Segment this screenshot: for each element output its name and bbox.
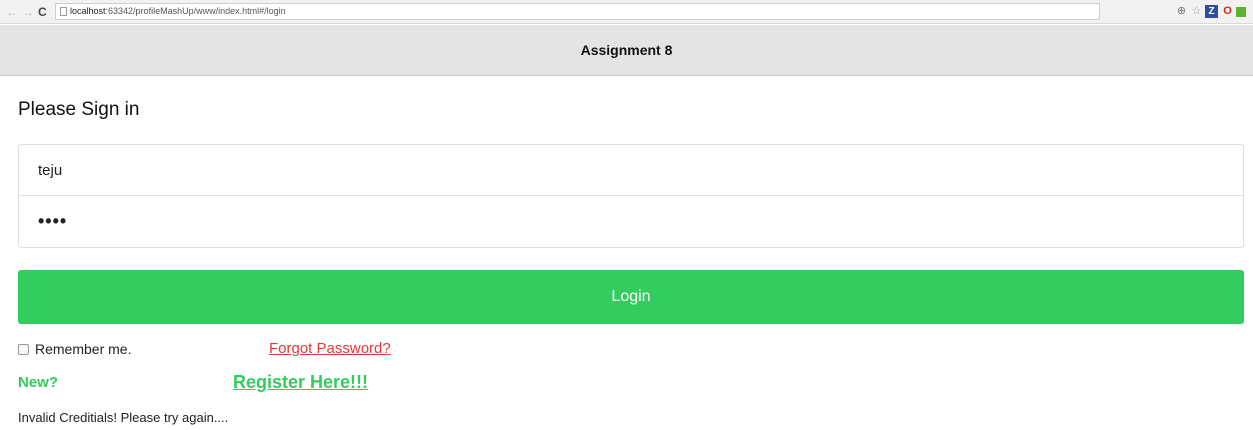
password-input[interactable]: •••• bbox=[19, 196, 1243, 247]
remember-me-label: Remember me. bbox=[35, 341, 132, 357]
opera-extension-icon[interactable]: O bbox=[1221, 5, 1234, 18]
green-extension-icon[interactable] bbox=[1236, 7, 1246, 17]
remember-me-row[interactable]: Remember me. bbox=[18, 341, 131, 357]
login-button[interactable]: Login bbox=[18, 270, 1244, 324]
url-host: localhost bbox=[70, 6, 106, 16]
zotero-extension-icon[interactable]: Z bbox=[1205, 5, 1218, 18]
back-arrow-icon[interactable]: ← bbox=[6, 4, 18, 20]
app-header: Assignment 8 bbox=[0, 25, 1253, 76]
register-link[interactable]: Register Here!!! bbox=[233, 372, 368, 392]
login-input-group: teju •••• bbox=[18, 144, 1244, 248]
bookmark-star-icon[interactable]: ☆ bbox=[1190, 5, 1203, 18]
new-user-label: New? bbox=[18, 374, 59, 391]
error-message: Invalid Creditials! Please try again.... bbox=[18, 410, 229, 425]
url-path: :63342/profileMashUp/www/index.html#/log… bbox=[105, 6, 286, 16]
page-title: Please Sign in bbox=[18, 99, 140, 120]
address-bar[interactable]: localhost:63342/profileMashUp/www/index.… bbox=[55, 3, 1100, 20]
username-input[interactable]: teju bbox=[19, 145, 1243, 196]
reload-icon[interactable]: C bbox=[38, 4, 47, 20]
header-title: Assignment 8 bbox=[580, 42, 673, 58]
forward-arrow-icon[interactable]: → bbox=[22, 4, 34, 20]
forgot-password-link[interactable]: Forgot Password? bbox=[269, 341, 391, 357]
remember-me-checkbox[interactable] bbox=[18, 344, 29, 355]
zoom-icon[interactable]: ⊕ bbox=[1175, 5, 1188, 18]
browser-toolbar: ← → C localhost:63342/profileMashUp/www/… bbox=[0, 0, 1253, 24]
page-icon bbox=[60, 7, 67, 16]
